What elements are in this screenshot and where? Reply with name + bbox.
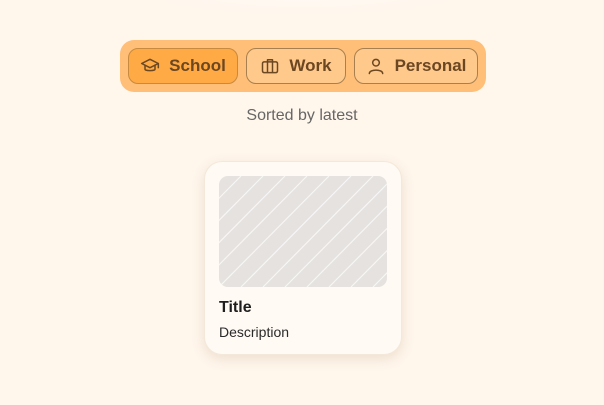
tab-work[interactable]: Work — [246, 48, 346, 84]
tab-label: School — [169, 56, 226, 75]
sort-status-label: Sorted by latest — [246, 107, 358, 124]
content-card[interactable]: Title Description — [204, 161, 402, 355]
tab-personal[interactable]: Personal — [354, 48, 478, 84]
card-title: Title — [219, 299, 252, 316]
top-decorative-glow — [130, 0, 480, 16]
user-icon — [366, 56, 386, 76]
card-description: Description — [219, 324, 290, 340]
tab-label: Work — [289, 56, 332, 75]
graduation-cap-icon — [140, 56, 160, 76]
card-image-placeholder — [219, 176, 387, 287]
tab-school[interactable]: School — [128, 48, 238, 84]
tab-label: Personal — [394, 56, 467, 75]
category-tab-bar: School Work Personal — [120, 40, 486, 92]
briefcase-icon — [260, 56, 280, 76]
